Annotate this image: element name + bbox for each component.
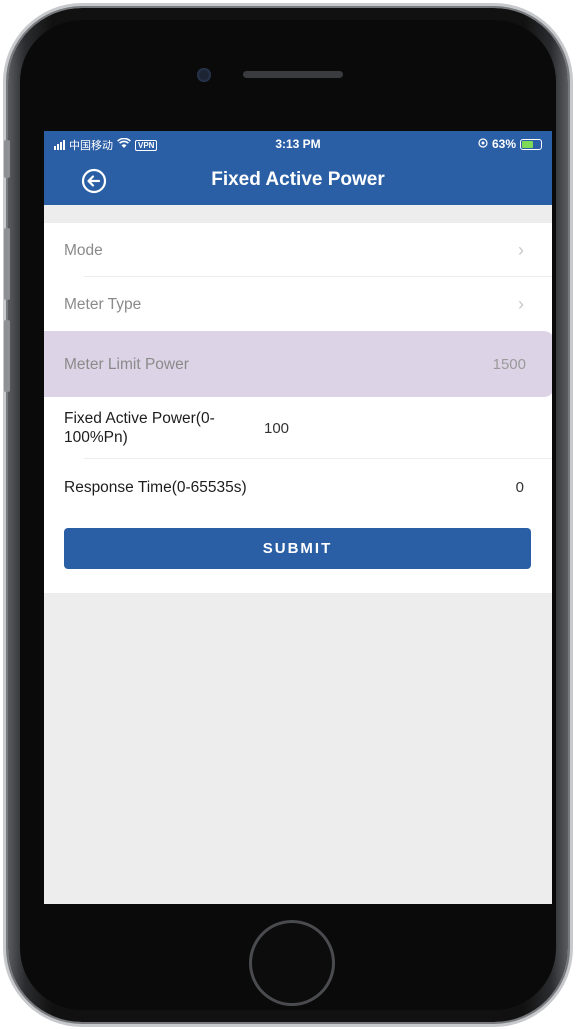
battery-icon: [520, 138, 542, 150]
volume-up-button: [4, 228, 10, 300]
battery-percent: 63%: [491, 137, 516, 151]
chevron-right-icon: ›: [518, 239, 524, 260]
page-title: Fixed Active Power: [211, 169, 385, 190]
home-button[interactable]: [249, 920, 335, 1006]
mute-switch: [4, 140, 10, 178]
location-icon: [478, 137, 488, 151]
mode-row[interactable]: Mode ›: [44, 223, 552, 277]
volume-down-button: [4, 320, 10, 392]
meter-type-label: Meter Type: [64, 295, 142, 313]
app-screen: 中国移动 VPN 3:13 PM 63% Fixed Active Power: [44, 131, 552, 904]
status-bar: 中国移动 VPN 3:13 PM 63%: [44, 131, 552, 157]
fixed-active-power-row[interactable]: Fixed Active Power(0-100%Pn) 100: [44, 397, 552, 459]
earpiece-speaker: [243, 71, 343, 78]
chevron-right-icon: ›: [518, 293, 524, 314]
front-camera: [197, 68, 211, 82]
fixed-active-power-label: Fixed Active Power(0-100%Pn): [64, 410, 215, 446]
nav-bar: Fixed Active Power: [44, 157, 552, 205]
status-time: 3:13 PM: [275, 137, 321, 151]
settings-list: Mode › Meter Type › Meter Limit Power 15…: [44, 223, 552, 515]
submit-area: SUBMIT: [44, 505, 552, 593]
response-time-value[interactable]: 0: [516, 479, 524, 496]
meter-type-row[interactable]: Meter Type ›: [44, 277, 552, 331]
response-time-label: Response Time(0-65535s): [64, 478, 247, 496]
meter-limit-power-row[interactable]: Meter Limit Power 1500: [44, 331, 552, 397]
meter-limit-power-label: Meter Limit Power: [64, 355, 189, 373]
meter-limit-power-value: 1500: [492, 355, 526, 373]
fixed-active-power-value[interactable]: 100: [264, 420, 289, 437]
submit-button[interactable]: SUBMIT: [64, 528, 531, 569]
mode-label: Mode: [64, 241, 103, 259]
